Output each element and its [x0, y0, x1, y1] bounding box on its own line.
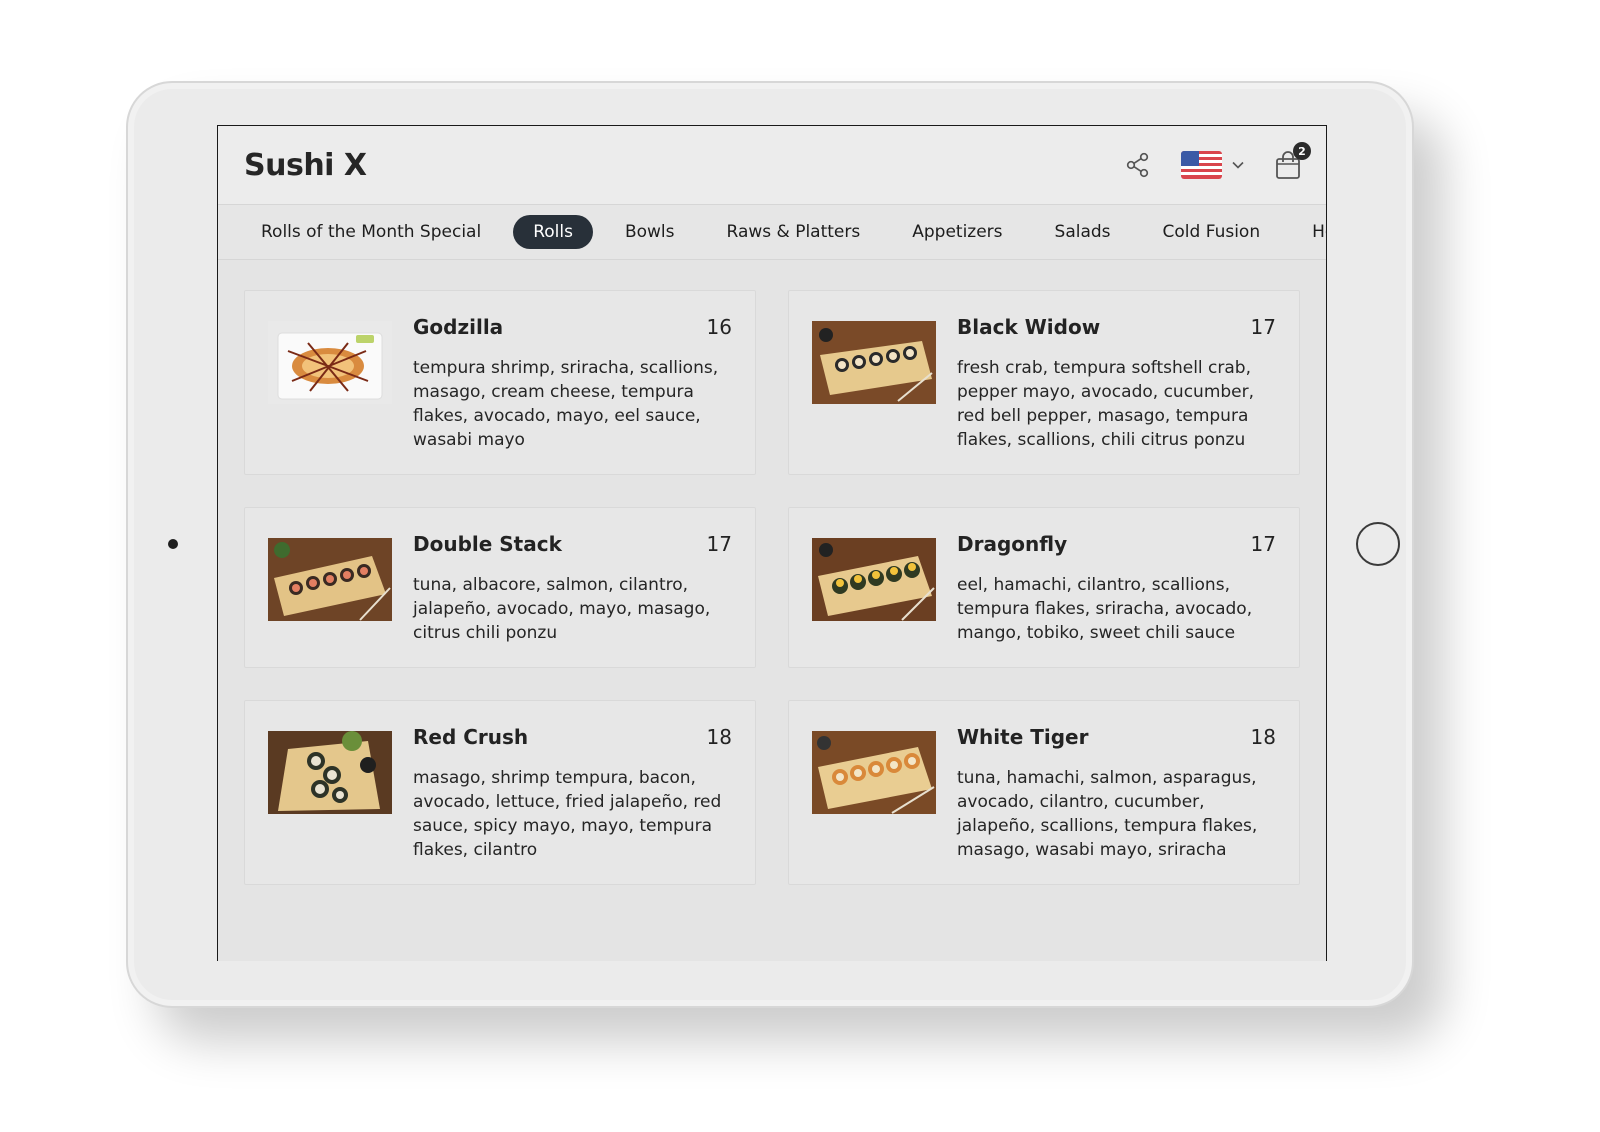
tab-salads[interactable]: Salads	[1035, 215, 1131, 249]
item-description: fresh crab, tempura softshell crab, pepp…	[957, 358, 1255, 450]
tab-rolls-of-the-month-special[interactable]: Rolls of the Month Special	[241, 215, 501, 249]
cart-count-badge: 2	[1293, 142, 1311, 160]
menu-item-card[interactable]: White Tiger 18 tuna, hamachi, salmon, as…	[788, 700, 1300, 885]
sushi-board-image	[268, 538, 392, 621]
menu-item-card[interactable]: Dragonfly 17 eel, hamachi, cilantro, sca…	[788, 507, 1300, 668]
tab-cold-fusion[interactable]: Cold Fusion	[1143, 215, 1281, 249]
tab-appetizers[interactable]: Appetizers	[892, 215, 1022, 249]
cart-button[interactable]: 2	[1274, 142, 1311, 180]
item-description: eel, hamachi, cilantro, scallions, tempu…	[957, 575, 1253, 643]
brand-title: Sushi X	[244, 147, 367, 183]
item-description: tempura shrimp, sriracha, scallions, mas…	[413, 358, 719, 450]
item-price: 16	[706, 315, 732, 339]
category-tabs: Rolls of the Month Special Rolls Bowls R…	[218, 204, 1326, 260]
item-photo	[268, 731, 392, 814]
item-photo	[812, 321, 936, 404]
sushi-board-image	[268, 731, 392, 814]
item-photo	[268, 321, 392, 404]
share-icon	[1126, 152, 1149, 178]
item-price: 17	[706, 532, 732, 556]
item-name: Black Widow	[957, 315, 1101, 339]
home-button[interactable]	[1356, 522, 1400, 566]
item-description: masago, shrimp tempura, bacon, avocado, …	[413, 768, 722, 860]
item-name: Godzilla	[413, 315, 504, 339]
sushi-plate-image	[268, 321, 392, 404]
language-selector[interactable]	[1181, 151, 1244, 179]
item-photo	[812, 538, 936, 621]
app-header: Sushi X 2	[218, 126, 1326, 204]
item-name: White Tiger	[957, 725, 1089, 749]
menu-item-card[interactable]: Black Widow 17 fresh crab, tempura softs…	[788, 290, 1300, 475]
item-description: tuna, hamachi, salmon, asparagus, avocad…	[957, 768, 1258, 860]
tab-hot-appetizers[interactable]: Hot Appetizers	[1292, 215, 1326, 249]
share-button[interactable]	[1125, 152, 1151, 178]
item-price: 17	[1250, 315, 1276, 339]
menu-item-card[interactable]: Godzilla 16 tempura shrimp, sriracha, sc…	[244, 290, 756, 475]
item-name: Dragonfly	[957, 532, 1068, 556]
item-photo	[268, 538, 392, 621]
item-name: Double Stack	[413, 532, 562, 556]
item-photo	[812, 731, 936, 814]
us-flag-icon	[1181, 151, 1222, 179]
front-camera	[168, 539, 178, 549]
menu-item-card[interactable]: Double Stack 17 tuna, albacore, salmon, …	[244, 507, 756, 668]
item-description: tuna, albacore, salmon, cilantro, jalape…	[413, 575, 711, 643]
menu-item-card[interactable]: Red Crush 18 masago, shrimp tempura, bac…	[244, 700, 756, 885]
app-screen: Sushi X 2 Rolls of the Month Special Rol…	[217, 125, 1327, 961]
tab-raws-and-platters[interactable]: Raws & Platters	[707, 215, 881, 249]
item-price: 18	[706, 725, 732, 749]
sushi-board-image	[812, 321, 936, 404]
item-price: 17	[1250, 532, 1276, 556]
item-name: Red Crush	[413, 725, 529, 749]
sushi-board-image	[812, 538, 936, 621]
header-actions: 2	[1125, 142, 1311, 182]
item-price: 18	[1250, 725, 1276, 749]
chevron-down-icon	[1232, 161, 1244, 169]
sushi-board-image	[812, 731, 936, 814]
tab-bowls[interactable]: Bowls	[605, 215, 695, 249]
tab-rolls[interactable]: Rolls	[513, 215, 593, 249]
